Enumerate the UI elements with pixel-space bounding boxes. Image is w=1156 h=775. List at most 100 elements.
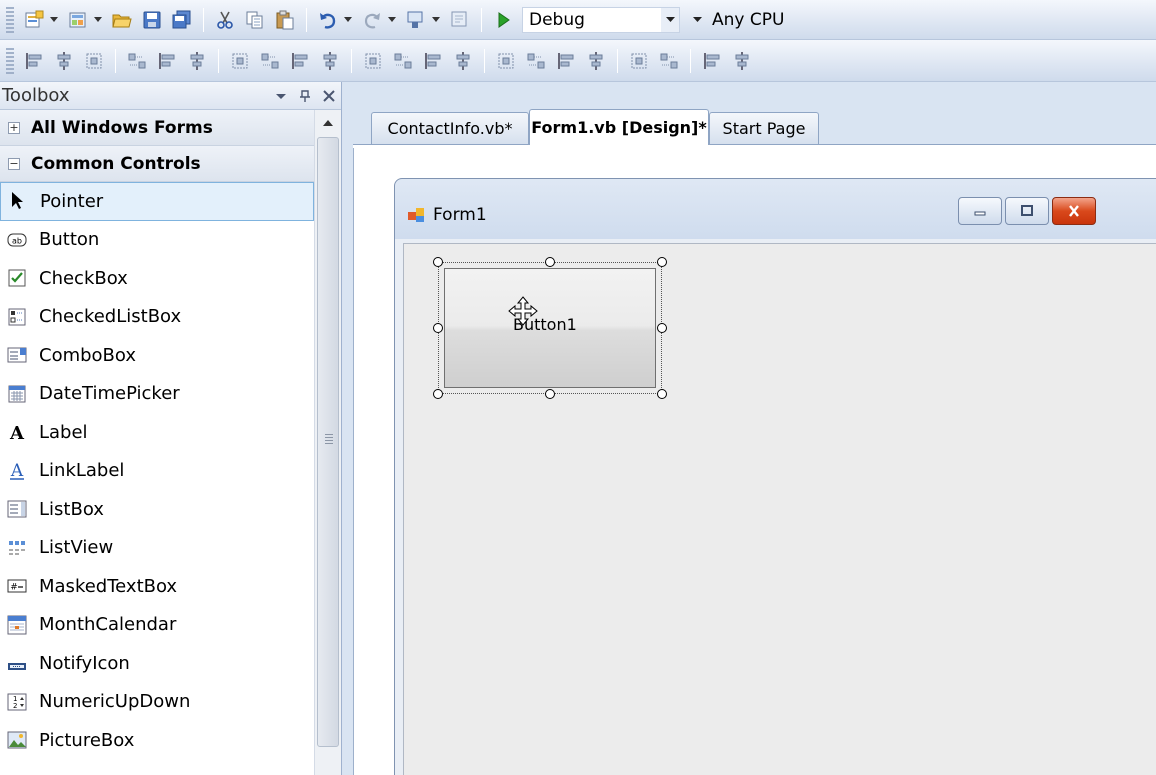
- start-debug-icon[interactable]: [490, 7, 516, 33]
- chevron-down-icon[interactable]: [343, 7, 353, 33]
- toolbox-item-maskedtextbox[interactable]: # MaskedTextBox: [0, 567, 314, 606]
- chevron-down-icon[interactable]: [661, 7, 679, 32]
- new-project-icon[interactable]: [21, 7, 47, 33]
- vertical-spacing-equal-icon[interactable]: [493, 48, 519, 74]
- resize-handle-n[interactable]: [545, 257, 555, 267]
- toolbox-item-label[interactable]: A Label: [0, 413, 314, 452]
- make-same-width-icon[interactable]: [227, 48, 253, 74]
- save-all-icon[interactable]: [169, 7, 195, 33]
- move-cursor-icon: [508, 296, 538, 326]
- align-middles-icon[interactable]: [154, 48, 180, 74]
- tab-label: Form1.vb [Design]*: [531, 118, 707, 137]
- close-button[interactable]: [1052, 197, 1096, 225]
- tab-contactinfo[interactable]: ContactInfo.vb*: [371, 112, 529, 144]
- bring-to-front-icon[interactable]: [699, 48, 725, 74]
- scrollbar-thumb[interactable]: [317, 137, 339, 747]
- minimize-button[interactable]: [958, 197, 1002, 225]
- toolbox-item-checkedlistbox[interactable]: CheckedListBox: [0, 298, 314, 337]
- open-folder-icon[interactable]: [109, 7, 135, 33]
- align-lefts-icon[interactable]: [21, 48, 47, 74]
- category-all-windows-forms[interactable]: + All Windows Forms: [0, 110, 314, 146]
- toolbar-grip[interactable]: [6, 6, 14, 33]
- tab-label: ContactInfo.vb*: [387, 119, 513, 138]
- resize-handle-sw[interactable]: [433, 389, 443, 399]
- tab-start-page[interactable]: Start Page: [709, 112, 819, 144]
- increase-horizontal-spacing-icon[interactable]: [390, 48, 416, 74]
- resize-handle-w[interactable]: [433, 323, 443, 333]
- cut-icon[interactable]: [212, 7, 238, 33]
- toolbar-grip[interactable]: [6, 47, 14, 74]
- resize-handle-se[interactable]: [657, 389, 667, 399]
- toolbox-item-listview[interactable]: ListView: [0, 529, 314, 568]
- form-client-area[interactable]: Button1: [403, 243, 1156, 775]
- save-icon[interactable]: [139, 7, 165, 33]
- svg-text:#: #: [10, 583, 18, 593]
- toolbox-item-combobox[interactable]: ComboBox: [0, 336, 314, 375]
- toolbox-item-pointer[interactable]: Pointer: [0, 182, 314, 221]
- button1-control[interactable]: Button1: [444, 268, 656, 388]
- add-item-icon[interactable]: [65, 7, 91, 33]
- combobox-icon: [7, 345, 27, 365]
- navigate-icon[interactable]: [403, 7, 429, 33]
- center-horizontally-icon[interactable]: [626, 48, 652, 74]
- resize-handle-s[interactable]: [545, 389, 555, 399]
- toolbox-panel: Toolbox + All Windows Forms − Common Con…: [0, 82, 342, 775]
- chevron-down-icon[interactable]: [93, 7, 103, 33]
- horizontal-spacing-equal-icon[interactable]: [360, 48, 386, 74]
- make-same-height-icon[interactable]: [257, 48, 283, 74]
- redo-icon[interactable]: [359, 7, 385, 33]
- increase-vertical-spacing-icon[interactable]: [523, 48, 549, 74]
- align-centers-icon[interactable]: [51, 48, 77, 74]
- resize-handle-ne[interactable]: [657, 257, 667, 267]
- toolbox-item-picturebox[interactable]: PictureBox: [0, 721, 314, 760]
- toolbox-item-checkbox[interactable]: CheckBox: [0, 259, 314, 298]
- toolbox-item-button[interactable]: ab Button: [0, 221, 314, 260]
- pin-icon[interactable]: [293, 84, 317, 108]
- remove-vertical-spacing-icon[interactable]: [583, 48, 609, 74]
- decrease-horizontal-spacing-icon[interactable]: [420, 48, 446, 74]
- send-to-back-icon[interactable]: [729, 48, 755, 74]
- undo-icon[interactable]: [315, 7, 341, 33]
- toolbox-item-listbox[interactable]: ListBox: [0, 490, 314, 529]
- maximize-button[interactable]: [1005, 197, 1049, 225]
- center-vertically-icon[interactable]: [656, 48, 682, 74]
- resize-handle-e[interactable]: [657, 323, 667, 333]
- copy-icon[interactable]: [242, 7, 268, 33]
- solution-platform-select[interactable]: Any CPU: [688, 7, 888, 33]
- expand-icon[interactable]: +: [8, 121, 20, 134]
- category-common-controls[interactable]: − Common Controls: [0, 146, 314, 182]
- size-to-grid-icon[interactable]: [287, 48, 313, 74]
- form-designer-surface[interactable]: Form1 Button1: [353, 148, 1156, 775]
- toolbox-scrollbar[interactable]: [314, 110, 341, 775]
- align-rights-icon[interactable]: [81, 48, 107, 74]
- chevron-down-icon[interactable]: [431, 7, 441, 33]
- resize-handle-nw[interactable]: [433, 257, 443, 267]
- chevron-down-icon[interactable]: [49, 7, 59, 33]
- remove-horizontal-spacing-icon[interactable]: [450, 48, 476, 74]
- designer-form[interactable]: Form1 Button1: [394, 178, 1156, 775]
- toolbox-item-label: LinkLabel: [39, 460, 125, 482]
- close-icon[interactable]: [317, 84, 341, 108]
- align-to-grid-icon[interactable]: [317, 48, 343, 74]
- toolbox-item-linklabel[interactable]: A LinkLabel: [0, 452, 314, 491]
- chevron-down-icon[interactable]: [387, 7, 397, 33]
- window-position-icon[interactable]: [269, 84, 293, 108]
- toolbox-item-label: CheckBox: [39, 267, 128, 289]
- toolbox-title-bar: Toolbox: [0, 82, 341, 110]
- collapse-icon[interactable]: −: [8, 157, 20, 170]
- numericupdown-icon: 12: [7, 692, 27, 712]
- tab-form1-design[interactable]: Form1.vb [Design]*: [529, 109, 709, 145]
- toolbox-item-datetimepicker[interactable]: DateTimePicker: [0, 375, 314, 414]
- solution-configuration-select[interactable]: Debug: [522, 6, 680, 33]
- scroll-up-icon[interactable]: [315, 110, 341, 134]
- toolbox-item-numericupdown[interactable]: 1 2 NumericUpDown: [0, 683, 314, 722]
- align-tops-icon[interactable]: [124, 48, 150, 74]
- align-bottoms-icon[interactable]: [184, 48, 210, 74]
- toolbox-item-notifyicon[interactable]: NotifyIcon: [0, 644, 314, 683]
- decrease-vertical-spacing-icon[interactable]: [553, 48, 579, 74]
- find-icon[interactable]: [447, 7, 473, 33]
- chevron-down-icon[interactable]: [688, 8, 706, 32]
- paste-icon[interactable]: [272, 7, 298, 33]
- toolbox-item-label: Pointer: [40, 190, 104, 212]
- toolbox-item-monthcalendar[interactable]: MonthCalendar: [0, 606, 314, 645]
